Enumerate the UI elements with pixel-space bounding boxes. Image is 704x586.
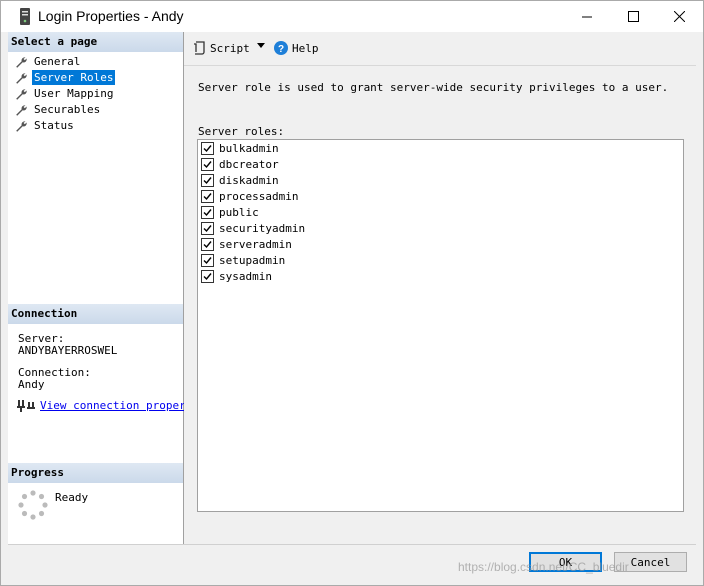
checkmark-icon: [203, 257, 212, 265]
checkmark-icon: [203, 145, 212, 153]
server-roles-page: Server role is used to grant server-wide…: [184, 68, 696, 544]
help-button[interactable]: ? Help: [274, 41, 319, 55]
role-item-processadmin[interactable]: processadmin: [201, 189, 298, 204]
nav-item-securables[interactable]: Securables: [15, 102, 102, 117]
svg-text:?: ?: [278, 44, 284, 55]
watermark: https://blog.csdn.net/CC_bluedir: [458, 560, 629, 574]
role-item-sysadmin[interactable]: sysadmin: [201, 269, 272, 284]
script-icon: [194, 41, 205, 55]
checkmark-icon: [203, 241, 212, 249]
checkmark-icon: [203, 161, 212, 169]
wrench-icon: [16, 56, 27, 68]
connection-header: Connection: [8, 304, 183, 324]
nav-item-user-mapping[interactable]: User Mapping: [15, 86, 115, 101]
maximize-button[interactable]: [610, 1, 656, 32]
role-name: bulkadmin: [219, 142, 279, 155]
role-item-bulkadmin[interactable]: bulkadmin: [201, 141, 279, 156]
nav-label: Securables: [34, 103, 101, 116]
help-label: Help: [292, 41, 319, 55]
page-description: Server role is used to grant server-wide…: [198, 81, 669, 94]
minimize-button[interactable]: [564, 1, 610, 32]
nav-item-server-roles[interactable]: Server Roles: [15, 69, 117, 86]
select-page-header: Select a page: [8, 32, 183, 52]
role-name: serveradmin: [219, 238, 292, 251]
view-connection-properties-link[interactable]: View connection properti: [17, 398, 199, 412]
progress-status: Ready: [55, 491, 89, 504]
role-name: public: [219, 206, 259, 219]
role-item-dbcreator[interactable]: dbcreator: [201, 157, 279, 172]
checkmark-icon: [203, 209, 212, 217]
nav-label: General: [34, 55, 81, 68]
role-checkbox[interactable]: [201, 190, 214, 203]
role-checkbox[interactable]: [201, 238, 214, 251]
connection-value: Andy: [18, 378, 45, 391]
close-button[interactable]: [656, 1, 702, 32]
wrench-icon: [16, 72, 27, 84]
close-icon: [673, 11, 685, 22]
nav-label: User Mapping: [34, 87, 114, 100]
script-dropdown-button[interactable]: [257, 43, 265, 48]
window-title: Login Properties - Andy: [38, 8, 184, 24]
role-item-public[interactable]: public: [201, 205, 259, 220]
role-name: sysadmin: [219, 270, 272, 283]
role-item-securityadmin[interactable]: securityadmin: [201, 221, 305, 236]
role-item-diskadmin[interactable]: diskadmin: [201, 173, 279, 188]
role-checkbox[interactable]: [201, 270, 214, 283]
role-name: processadmin: [219, 190, 299, 203]
title-bar[interactable]: Login Properties - Andy: [1, 1, 703, 32]
role-checkbox[interactable]: [201, 222, 214, 235]
nav-item-general[interactable]: General: [15, 54, 82, 69]
checkmark-icon: [203, 273, 212, 281]
server-app-icon: [19, 8, 31, 25]
role-checkbox[interactable]: [201, 158, 214, 171]
role-checkbox[interactable]: [201, 174, 214, 187]
role-checkbox[interactable]: [201, 206, 214, 219]
role-name: diskadmin: [219, 174, 279, 187]
sidebar: Select a page General Server Roles User …: [8, 32, 199, 544]
role-checkbox[interactable]: [201, 254, 214, 267]
login-properties-window: Login Properties - Andy Select a page Ge…: [0, 0, 704, 586]
script-button[interactable]: Script: [193, 41, 250, 55]
role-item-serveradmin[interactable]: serveradmin: [201, 237, 292, 252]
role-name: dbcreator: [219, 158, 279, 171]
view-connection-link-text: View connection properti: [40, 398, 199, 412]
role-checkbox[interactable]: [201, 142, 214, 155]
toolbar: Script ? Help: [184, 32, 696, 66]
dropdown-arrow-icon: [257, 43, 265, 48]
progress-spinner-icon: [18, 490, 48, 520]
nav-label: Server Roles: [30, 69, 117, 86]
checkmark-icon: [203, 225, 212, 233]
wrench-icon: [16, 88, 27, 100]
nav-item-status[interactable]: Status: [15, 118, 76, 133]
minimize-icon: [582, 16, 592, 17]
progress-header: Progress: [8, 463, 183, 483]
maximize-icon: [627, 11, 639, 22]
checkmark-icon: [203, 177, 212, 185]
nav-label: Status: [34, 119, 74, 132]
role-name: setupadmin: [219, 254, 286, 267]
server-value: ANDYBAYERROSWEL: [18, 344, 118, 357]
help-icon: ?: [274, 41, 288, 55]
role-name: securityadmin: [219, 222, 306, 235]
role-item-setupadmin[interactable]: setupadmin: [201, 253, 285, 268]
server-roles-label: Server roles:: [198, 125, 285, 138]
connection-plug-icon: [17, 400, 35, 412]
wrench-icon: [16, 120, 27, 132]
server-roles-list: bulkadmin dbcreator diskadmin processadm…: [197, 139, 684, 512]
script-label: Script: [210, 41, 250, 55]
checkmark-icon: [203, 193, 212, 201]
wrench-icon: [16, 104, 27, 116]
